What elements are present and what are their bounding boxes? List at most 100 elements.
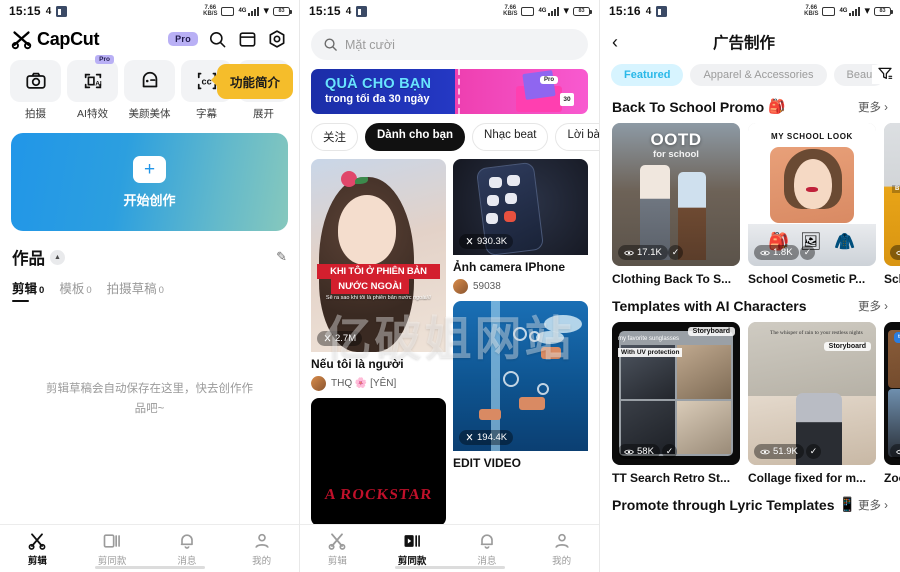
book-icon[interactable] (236, 28, 258, 50)
feed-card-iphone[interactable]: 930.3K Ảnh camera IPhone 59038 (453, 159, 588, 294)
view-count-badge: 35K (890, 444, 900, 459)
feed-column-left: KHI TÔI Ở PHIÊN BẢN NƯỚC NGOÀI Sẽ ra sao… (311, 159, 446, 526)
chip-beat-music[interactable]: Nhạc beat (472, 123, 549, 151)
tab-shoot-drafts[interactable]: 拍摄草稿 0 (107, 278, 164, 302)
home-indicator (394, 566, 505, 569)
search-input[interactable]: Mặt cười (311, 29, 588, 60)
person-icon (252, 531, 272, 551)
section-more-link[interactable]: 更多 › (858, 497, 888, 513)
tool-camera[interactable]: 拍摄 (10, 60, 61, 121)
template-thumb[interactable]: BTS SCHOOL 1.3K ✓ (884, 123, 900, 266)
promo-line-2: trong tối đa 30 ngày (325, 92, 430, 105)
status-bar-p2: 15:15 4 7.66 KB/S 4G ▾ 83 (300, 0, 599, 22)
pro-badge[interactable]: Pro (168, 32, 198, 46)
scissors-icon (27, 531, 47, 551)
template-card[interactable]: MY SCHOOL LOOK 🎒 🖼 🧥 1.8K ✓ School Cosme… (748, 123, 876, 286)
home-indicator (94, 566, 205, 569)
feed-thumb[interactable]: 194.4K (453, 301, 588, 451)
nav-edit[interactable]: 剪辑 (0, 531, 75, 567)
settings-icon[interactable] (266, 28, 288, 50)
tool-ai-effects-box[interactable]: AI (67, 60, 118, 102)
play-count-value: 194.4K (477, 432, 508, 443)
tool-ai-effects[interactable]: Pro AI AI特效 (67, 55, 118, 121)
feed-thumb[interactable]: 930.3K (453, 159, 588, 255)
section-title-text: Back To School Promo (612, 98, 765, 115)
start-creating-button[interactable]: + 开始创作 (11, 133, 288, 231)
nav-messages[interactable]: 消息 (450, 531, 525, 567)
eye-icon (760, 250, 770, 255)
template-thumb[interactable]: The whisper of rain to your restless nig… (748, 322, 876, 465)
chip-following[interactable]: 关注 (311, 123, 358, 151)
start-creating-label: 开始创作 (123, 192, 176, 208)
feed-card-editvideo[interactable]: 194.4K EDIT VIDEO (453, 301, 588, 471)
play-count-value: 2.7M (335, 333, 357, 344)
view-count-badge: 1.8K (754, 245, 799, 260)
screencast-icon (521, 6, 535, 16)
bottom-nav-p1: 剪辑 剪同款 消息 我的 (0, 524, 299, 572)
thumb-art-storyboard-tag: Storyboard (687, 327, 735, 336)
template-card[interactable]: BTS SCHOOL 1.3K ✓ School Ba (884, 123, 900, 286)
promo-pro-tag: Pro (539, 76, 558, 84)
status-badge-count: 4 (45, 5, 52, 17)
thumb-art-caption: The whisper of rain to your restless nig… (770, 330, 863, 336)
thumb-art-ctrl (507, 175, 520, 186)
chip-for-you[interactable]: Dành cho bạn (365, 123, 466, 151)
tab-templates[interactable]: 模板 0 (59, 278, 91, 302)
feature-intro-tooltip[interactable]: 功能简介 (210, 64, 293, 99)
tool-beauty[interactable]: 美颜美体 (124, 60, 175, 121)
template-thumb[interactable]: that just doesn't feel comfortable 35K ✓ (884, 322, 900, 465)
template-thumb[interactable]: Storyboard my favorite sunglasses With U… (612, 322, 740, 465)
tab-edits[interactable]: 剪辑 0 (12, 278, 44, 302)
template-name: School Cosmetic P... (748, 272, 866, 286)
feed-card-author[interactable]: THQ 🌸 [YÊN] (311, 376, 446, 391)
section-more-link[interactable]: 更多 › (858, 99, 888, 115)
chip-featured[interactable]: Featured (611, 64, 684, 86)
chevron-up-icon[interactable]: ▲ (50, 249, 65, 265)
thumb-art-ring (537, 383, 549, 395)
shield-check-icon: ✓ (668, 245, 683, 260)
template-name: Collage fixed for m... (748, 471, 867, 485)
tool-beauty-box[interactable] (124, 60, 175, 102)
section-more-link[interactable]: 更多 › (858, 298, 888, 314)
nav-edit[interactable]: 剪辑 (300, 531, 375, 567)
pencil-icon[interactable]: ✎ (276, 249, 287, 265)
template-card[interactable]: OOTD for school 17.1K ✓ Clothing Back To… (612, 123, 740, 286)
shield-check-icon: ✓ (662, 444, 677, 459)
view-count-value: 58K (637, 446, 654, 457)
chip-apparel[interactable]: Apparel & Accessories (690, 64, 827, 86)
filter-icon[interactable] (872, 65, 893, 84)
search-icon[interactable] (206, 28, 228, 50)
nav-profile[interactable]: 我的 (524, 531, 599, 567)
feed-card-author[interactable]: 59038 (453, 279, 588, 294)
template-thumb[interactable]: OOTD for school 17.1K ✓ (612, 123, 740, 266)
tool-camera-box[interactable] (10, 60, 61, 102)
thumb-art-ring (513, 327, 527, 341)
search-icon (324, 38, 337, 51)
nav-templates[interactable]: 剪同款 (375, 531, 450, 567)
play-count-badge: 2.7M (317, 331, 363, 346)
bell-icon (477, 531, 497, 551)
play-count-value: 930.3K (477, 236, 508, 247)
nav-messages[interactable]: 消息 (150, 531, 225, 567)
promo-banner[interactable]: QUÀ CHO BẠN trong tối đa 30 ngày Pro 30 (311, 69, 588, 114)
feed-card-girl[interactable]: KHI TÔI Ở PHIÊN BẢN NƯỚC NGOÀI Sẽ ra sao… (311, 159, 446, 391)
nav-templates[interactable]: 剪同款 (75, 531, 150, 567)
feed-thumb[interactable]: KHI TÔI Ở PHIÊN BẢN NƯỚC NGOÀI Sẽ ra sao… (311, 159, 446, 352)
empty-state-text: 剪辑草稿会自动保存在这里，快去创作作品吧~ (46, 383, 253, 415)
chip-lyrics[interactable]: Lời bài hát (555, 123, 599, 151)
battery-icon: 83 (874, 6, 893, 16)
thumb-art-photo (770, 147, 854, 223)
feed-thumb[interactable]: A ROCKSTAR (311, 398, 446, 526)
template-thumb[interactable]: MY SCHOOL LOOK 🎒 🖼 🧥 1.8K ✓ (748, 123, 876, 266)
three-phone-screenshots: 15:15 4 7.66 KB/S 4G ▾ 83 CapCut Pro 拍摄 … (0, 0, 900, 572)
template-card[interactable]: Storyboard my favorite sunglasses With U… (612, 322, 740, 485)
template-card[interactable]: The whisper of rain to your restless nig… (748, 322, 876, 485)
camera-icon (25, 72, 46, 89)
thumb-art-block (519, 397, 545, 410)
wifi-icon: ▾ (263, 5, 269, 17)
tool-captions-label: 字幕 (196, 108, 217, 120)
template-card[interactable]: that just doesn't feel comfortable 35K ✓… (884, 322, 900, 485)
section-header-back-to-school: Back To School Promo 🎒 更多 › (600, 86, 900, 115)
feed-card-rockstar[interactable]: A ROCKSTAR (311, 398, 446, 526)
nav-profile[interactable]: 我的 (224, 531, 299, 567)
